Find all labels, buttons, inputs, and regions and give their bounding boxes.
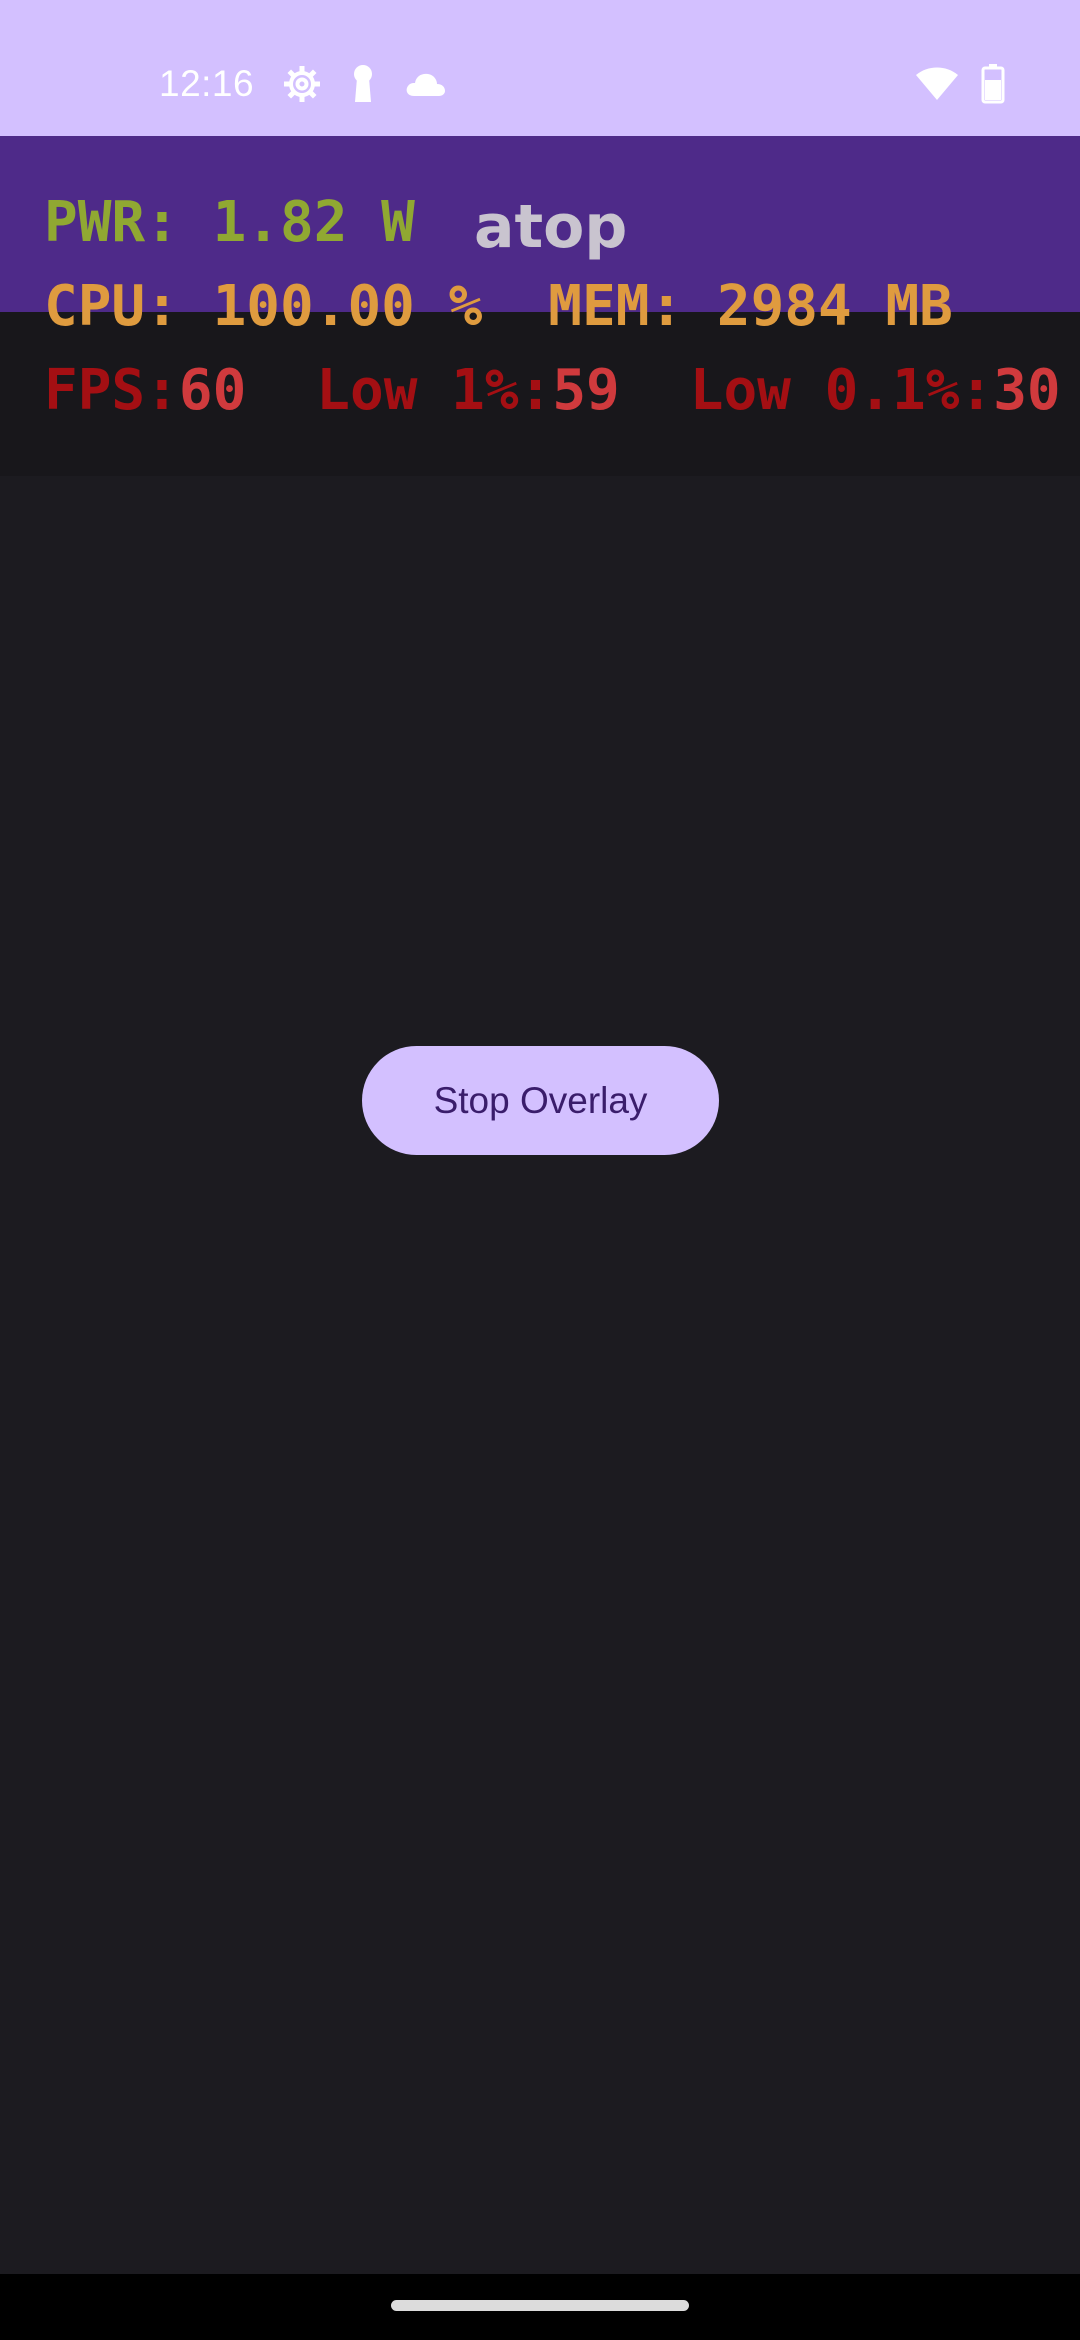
low1-label: Low 1%: [316,358,553,423]
keyhole-icon [350,64,376,104]
fps-metric: FPS:60 Low 1%:59 Low 0.1%:30 [44,356,1061,426]
low01-value: 30 [993,358,1061,423]
mem-value: 2984 MB [716,274,953,339]
mem-label: MEM: [548,274,684,339]
cpu-value: 100.00 % [212,274,483,339]
status-time: 12:16 [159,63,255,104]
stop-overlay-button[interactable]: Stop Overlay [362,1046,719,1155]
wifi-icon [915,66,959,102]
power-label: PWR: [44,190,179,255]
status-bar: 12:16 [0,0,1080,136]
settings-gear-icon [282,64,322,104]
home-gesture-handle[interactable] [391,2300,689,2311]
fps-label: FPS: [44,358,179,423]
power-metric: PWR: 1.82 W [44,188,415,258]
cpu-mem-metric: CPU: 100.00 % MEM: 2984 MB [44,272,953,342]
battery-icon [981,64,1005,104]
cloud-icon [404,70,446,98]
low1-value: 59 [552,358,620,423]
low01-label: Low 0.1%: [689,358,994,423]
status-right-group [915,60,1005,108]
app-title: atop [474,192,628,262]
power-value: 1.82 W [212,190,415,255]
fps-value: 60 [178,358,247,423]
status-left-group: 12:16 [159,56,446,112]
cpu-label: CPU: [44,274,179,339]
